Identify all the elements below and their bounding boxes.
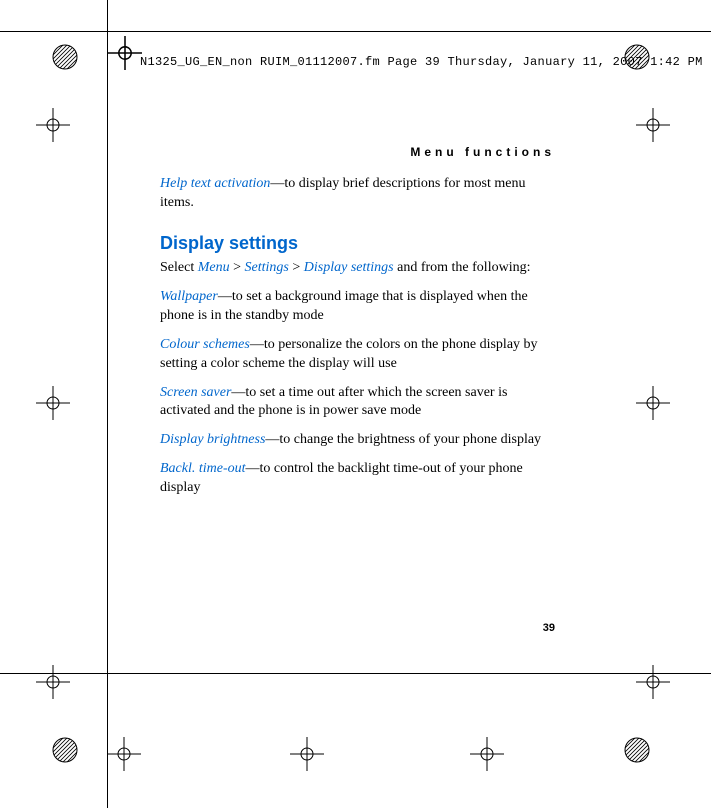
setting-item: Backl. time-out—to control the backlight… bbox=[160, 460, 560, 498]
term-colour-schemes: Colour schemes bbox=[160, 337, 250, 352]
intro-path: Select Menu > Settings > Display setting… bbox=[160, 259, 560, 278]
crop-mark-icon bbox=[636, 386, 670, 420]
crop-mark-icon bbox=[290, 737, 324, 771]
page-body: Help text activation—to display brief de… bbox=[160, 175, 560, 508]
crop-mark-icon bbox=[36, 386, 70, 420]
crop-line-vertical bbox=[107, 0, 108, 808]
section-heading-display-settings: Display settings bbox=[160, 231, 560, 255]
registration-mark-icon bbox=[52, 737, 78, 763]
setting-item: Colour schemes—to personalize the colors… bbox=[160, 336, 560, 374]
registration-mark-icon bbox=[52, 44, 78, 70]
setting-item: Display brightness—to change the brightn… bbox=[160, 431, 560, 450]
running-head: Menu functions bbox=[410, 145, 555, 159]
page-number: 39 bbox=[543, 622, 555, 634]
crop-mark-icon bbox=[36, 665, 70, 699]
crop-mark-icon bbox=[470, 737, 504, 771]
menu-path-menu: Menu bbox=[198, 260, 230, 275]
term-backl-time-out: Backl. time-out bbox=[160, 461, 246, 476]
crop-mark-icon bbox=[36, 108, 70, 142]
desc-text: —to change the brightness of your phone … bbox=[265, 432, 541, 447]
crop-line-horizontal-bottom bbox=[0, 673, 711, 674]
registration-mark-icon bbox=[624, 737, 650, 763]
document-meta-line: N1325_UG_EN_non RUIM_01112007.fm Page 39… bbox=[140, 55, 691, 69]
crop-mark-icon bbox=[636, 665, 670, 699]
setting-item: Help text activation—to display brief de… bbox=[160, 175, 560, 213]
menu-path-settings: Settings bbox=[245, 260, 289, 275]
term-help-text-activation: Help text activation bbox=[160, 176, 270, 191]
sep: > bbox=[289, 260, 304, 275]
text-lead: Select bbox=[160, 260, 198, 275]
crop-line-horizontal-top bbox=[0, 31, 711, 32]
text-tail: and from the following: bbox=[394, 260, 531, 275]
term-display-brightness: Display brightness bbox=[160, 432, 265, 447]
crop-mark-icon bbox=[107, 737, 141, 771]
crop-mark-icon bbox=[108, 36, 130, 58]
setting-item: Wallpaper—to set a background image that… bbox=[160, 288, 560, 326]
term-screen-saver: Screen saver bbox=[160, 385, 231, 400]
sep: > bbox=[230, 260, 245, 275]
setting-item: Screen saver—to set a time out after whi… bbox=[160, 384, 560, 422]
menu-path-display-settings: Display settings bbox=[304, 260, 394, 275]
crop-mark-icon bbox=[636, 108, 670, 142]
term-wallpaper: Wallpaper bbox=[160, 289, 218, 304]
